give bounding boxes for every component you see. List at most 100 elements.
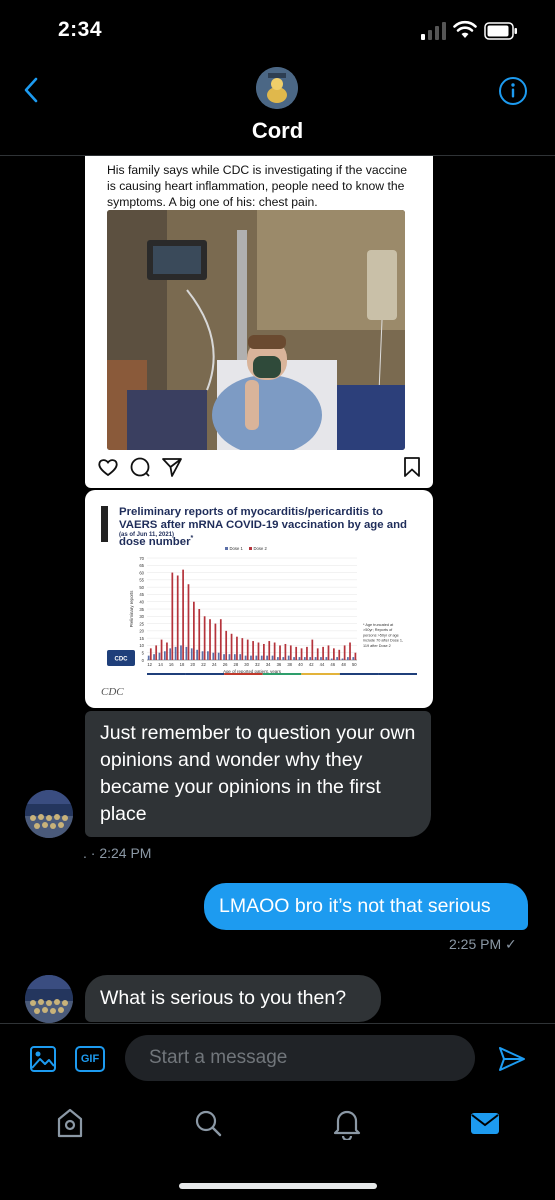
y-tick-label: 70 [139,556,144,561]
chart-bar [327,645,330,660]
chart-bar [309,657,312,660]
incoming-message[interactable]: Just remember to question your own opini… [85,711,431,837]
home-indicator [179,1183,377,1189]
x-tick-label: 32 [255,662,260,667]
contact-avatar[interactable] [256,67,298,109]
chart-bar [320,657,322,660]
sender-avatar[interactable] [25,975,73,1023]
message-timestamp: . · 2:24 PM [83,845,152,861]
composer-divider [0,1023,555,1024]
x-tick-label: 46 [330,662,335,667]
chart-bar [287,655,290,660]
chart-bar [230,633,233,660]
y-tick-label: 35 [139,607,144,612]
chart-bar [257,642,260,660]
chart-source: CDC [101,686,124,698]
x-tick-label: 30 [244,662,249,667]
legend-swatch [225,547,228,550]
notifications-icon[interactable] [332,1106,362,1140]
chart-bar [263,643,265,660]
x-tick-label: 36 [277,662,282,667]
cell-signal-icon [421,22,446,40]
chart-bar [300,648,303,660]
x-tick-label: 18 [180,662,185,667]
chart-bar [182,569,184,660]
x-tick-label: 20 [190,662,195,667]
incoming-message[interactable]: What is serious to you then? [85,975,381,1022]
share-icon[interactable] [161,456,183,478]
instagram-action-bar [93,456,423,480]
chart-bar [333,648,335,660]
chart-bar [158,652,161,660]
cdc-chart-image[interactable]: Preliminary reports of myocarditis/peric… [85,490,433,708]
message-timestamp-read: 2:25 PM ✓ [449,936,517,952]
chart-bar [166,642,168,660]
chart-bar [352,657,355,660]
chart-date-note: (as of Jun 11, 2021) [119,532,175,538]
chart-bar [176,575,179,660]
y-tick-label: 0 [142,658,145,663]
x-tick-label: 38 [287,662,292,667]
chart-bar [341,658,344,660]
chart-bar [225,630,228,660]
instagram-post-image[interactable]: His family says while CDC is investigati… [85,156,433,488]
chart-bar [330,658,333,660]
chart-bar [198,609,201,660]
outgoing-message[interactable]: LMAOO bro it’s not that serious [204,883,528,930]
search-icon[interactable] [193,1106,223,1140]
chart-bar [325,657,328,660]
send-icon[interactable] [497,1044,527,1074]
chart-bar [306,646,308,660]
chart-bar [219,619,222,660]
chart-bar [246,639,249,660]
message-input[interactable] [125,1035,475,1081]
contact-name[interactable]: Cord [0,118,555,144]
chart-footnote: >50yr; Reports of [363,628,393,632]
back-chevron-icon[interactable] [20,76,44,104]
y-tick-label: 25 [139,621,144,626]
info-icon[interactable] [498,76,528,106]
chart-footnote: persons >50yr of age [363,633,399,637]
chart-bar [354,652,357,660]
chart-bar [185,646,188,660]
comment-icon[interactable] [129,456,151,478]
chart-bar [314,657,317,660]
vaers-bar-chart: 0 5 10 15 20 25 30 35 40 45 50 55 60 65 70 12 14 16 18 20 22… [107,546,417,675]
image-icon[interactable] [29,1045,57,1073]
y-tick-label: 40 [139,600,144,605]
legend-swatch [249,547,252,550]
chart-bar [196,649,198,660]
chart-bar [193,601,195,660]
heart-icon[interactable] [97,456,119,478]
y-tick-label: 55 [139,578,144,583]
chart-bar [244,655,247,660]
y-tick-label: 5 [142,651,145,656]
sender-avatar[interactable] [25,790,73,838]
bookmark-icon[interactable] [401,456,423,478]
decorative-strip [185,673,225,675]
x-tick-label: 24 [212,662,217,667]
chart-bar [289,645,292,660]
x-tick-label: 50 [352,662,357,667]
gif-button[interactable]: GIF [75,1046,105,1072]
chart-bar [271,655,274,660]
chart-bar [311,639,314,660]
messages-icon[interactable] [470,1106,500,1140]
chart-bar [203,616,206,660]
x-tick-label: 12 [147,662,152,667]
y-tick-label: 45 [139,592,144,597]
chart-bar [316,648,319,660]
decorative-strip [224,673,263,675]
chart-bar [347,657,349,660]
decorative-strip [147,673,186,675]
chart-bar [153,654,155,660]
x-tick-label: 26 [223,662,228,667]
chart-bar [279,645,281,660]
instagram-caption: His family says while CDC is investigati… [107,163,408,209]
decorative-strip [339,673,379,675]
x-tick-label: 22 [201,662,206,667]
home-icon[interactable] [55,1106,85,1140]
chart-bar [293,657,295,660]
y-tick-label: 20 [139,629,144,634]
chart-bar [277,657,279,660]
